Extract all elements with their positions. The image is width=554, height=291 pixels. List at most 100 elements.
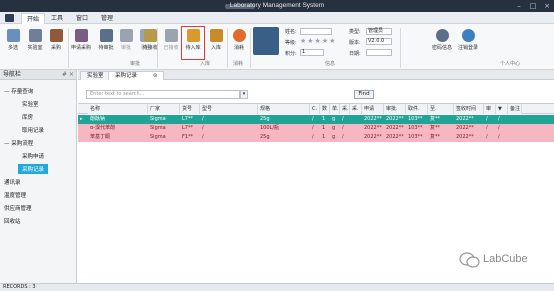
nav-group-inventory[interactable]: — 存量查询 [4, 87, 33, 95]
column-header[interactable]: 至. [428, 104, 454, 114]
cart-icon [49, 29, 63, 42]
nav-pin-close[interactable]: # × [62, 70, 74, 80]
minimize-button[interactable]: – [512, 1, 526, 11]
nav-item-contacts[interactable]: 通讯录 [4, 178, 21, 186]
close-button[interactable]: × [540, 1, 554, 11]
table-cell: / [342, 116, 344, 122]
pending-approval-button[interactable]: 待审批 [95, 27, 117, 59]
request-purchase-button[interactable]: 申请采购 [70, 27, 92, 59]
app-menu-icon[interactable] [5, 14, 14, 22]
navigation-panel: 导航栏 # × — 存量查询 实验室 库房 取用记录 — 采购流程 采购申请 采… [0, 70, 77, 283]
table-cell [508, 133, 522, 142]
column-header[interactable]: 数 [320, 104, 330, 114]
nav-item-storeroom[interactable]: 库房 [22, 113, 33, 121]
column-header[interactable]: 厂家 [148, 104, 180, 114]
table-cell: 2022** [364, 116, 382, 122]
table-cell: 复** [430, 125, 441, 131]
column-header[interactable]: C. [310, 104, 320, 114]
tab-purchase-record[interactable]: 采购记录 ⊗ [108, 71, 164, 80]
type-label: 类型: [349, 29, 361, 35]
table-cell: 103** [408, 125, 423, 131]
column-header[interactable]: 规格 [258, 104, 310, 114]
table-cell: / [312, 134, 314, 140]
nav-item-lab[interactable]: 实验室 [22, 100, 39, 108]
received-button[interactable]: 已接收 [160, 27, 182, 59]
tab-manage[interactable]: 管理 [96, 13, 118, 24]
nav-item-temperature[interactable]: 温度管理 [4, 191, 26, 199]
table-cell: 2022** [386, 134, 404, 140]
table-cell: / [486, 134, 488, 140]
table-cell: 2022** [456, 134, 474, 140]
tab-tools[interactable]: 工具 [46, 13, 68, 24]
table-row[interactable]: 苯基丁酮 Sigma F1** / 25g / 1 g / 2022** 2022** 103** 复*… [78, 133, 554, 142]
column-header[interactable]: 签收时间 [454, 104, 484, 114]
group-label-consume: 消耗 [232, 61, 243, 67]
storage-box-icon [186, 29, 200, 42]
name-field [300, 28, 332, 35]
table-cell: 25g [260, 134, 270, 140]
table-cell: / [202, 116, 204, 122]
maximize-button[interactable]: □ [526, 1, 540, 11]
column-header[interactable]: 货号 [180, 104, 200, 114]
search-input[interactable]: Enter text to search... [86, 90, 240, 99]
table-cell: 复** [430, 116, 441, 122]
nav-item-usage-record[interactable]: 取用记录 [22, 126, 44, 134]
row-marker [78, 133, 88, 142]
table-cell: / [498, 125, 500, 131]
nav-item-purchase-request[interactable]: 采购申请 [22, 152, 44, 160]
user-avatar [253, 27, 279, 55]
wechat-icon [459, 252, 480, 268]
nav-group-purchase[interactable]: — 采购流程 [4, 139, 33, 147]
column-header[interactable]: 审 [484, 104, 496, 114]
lab-button[interactable]: 实验室 [24, 27, 46, 59]
purchase-button[interactable]: 采购 [45, 27, 67, 59]
watermark: LabCube [459, 249, 549, 271]
store-button[interactable]: 入库 [205, 27, 227, 59]
row-marker [78, 124, 88, 133]
tab-lab[interactable]: 实验室 [80, 71, 111, 80]
nav-item-suppliers[interactable]: 供应商管理 [4, 204, 32, 212]
column-header[interactable]: ▼ [496, 104, 508, 114]
column-header[interactable]: 型号 [200, 104, 258, 114]
table-cell: 2022** [386, 125, 404, 131]
table-cell: Sigma [150, 134, 166, 140]
table-cell: 2022** [456, 116, 474, 122]
multi-select-button[interactable]: 多选 [2, 27, 24, 59]
table-cell: / [202, 134, 204, 140]
table-row[interactable]: α-溴代苯酚 Sigma L7** / 100L/瓶 / 1 g / 2022** 2022** 10… [78, 124, 554, 133]
password-info-button[interactable]: 密码信息 [428, 27, 456, 59]
pending-receive-button[interactable]: 待接收 [139, 27, 161, 59]
request-icon [74, 29, 88, 42]
column-header[interactable]: 单. [330, 104, 340, 114]
column-header[interactable]: 名称 [88, 104, 148, 114]
receive-icon [143, 29, 157, 42]
version-field: V2.0.0 [366, 38, 392, 45]
consume-icon [232, 29, 246, 42]
tab-start[interactable]: 开始 [21, 13, 46, 24]
approve-button[interactable]: 审批 [115, 27, 137, 59]
table-row[interactable]: ▸ 酚酞钠 Sigma L7** / 25g / 1 g / 2022** 2022** 103** 复*… [78, 115, 554, 124]
table-cell: 2022** [364, 125, 382, 131]
table-cell: 苯基丁酮 [90, 134, 111, 140]
column-header[interactable]: 采. [340, 104, 350, 114]
approve-icon [119, 29, 133, 42]
nav-item-recycle-bin[interactable]: 回收站 [4, 217, 21, 225]
lab-icon [28, 29, 42, 42]
column-header[interactable]: 申请 [362, 104, 384, 114]
column-header[interactable]: 审批. [384, 104, 406, 114]
tab-window[interactable]: 窗口 [71, 13, 93, 24]
column-header[interactable]: 采. [350, 104, 362, 114]
pending-storage-button[interactable]: 待入库 [181, 26, 205, 60]
score-label: 积分: [285, 51, 297, 57]
consume-button[interactable]: 消耗 [228, 27, 250, 59]
table-cell: F1** [182, 134, 194, 140]
logout-button[interactable]: 注销登录 [454, 27, 482, 59]
table-cell: 25g [260, 116, 270, 122]
table-cell: 1 [322, 125, 326, 131]
search-dropdown-icon[interactable]: ▾ [240, 90, 248, 99]
column-header[interactable]: 备注 [508, 104, 522, 114]
document-tabs: 实验室 采购记录 ⊗ [78, 70, 554, 80]
nav-item-purchase-record[interactable]: 采购记录 [18, 164, 49, 174]
column-header[interactable]: 取件. [406, 104, 428, 114]
find-button[interactable]: Find [354, 90, 374, 99]
